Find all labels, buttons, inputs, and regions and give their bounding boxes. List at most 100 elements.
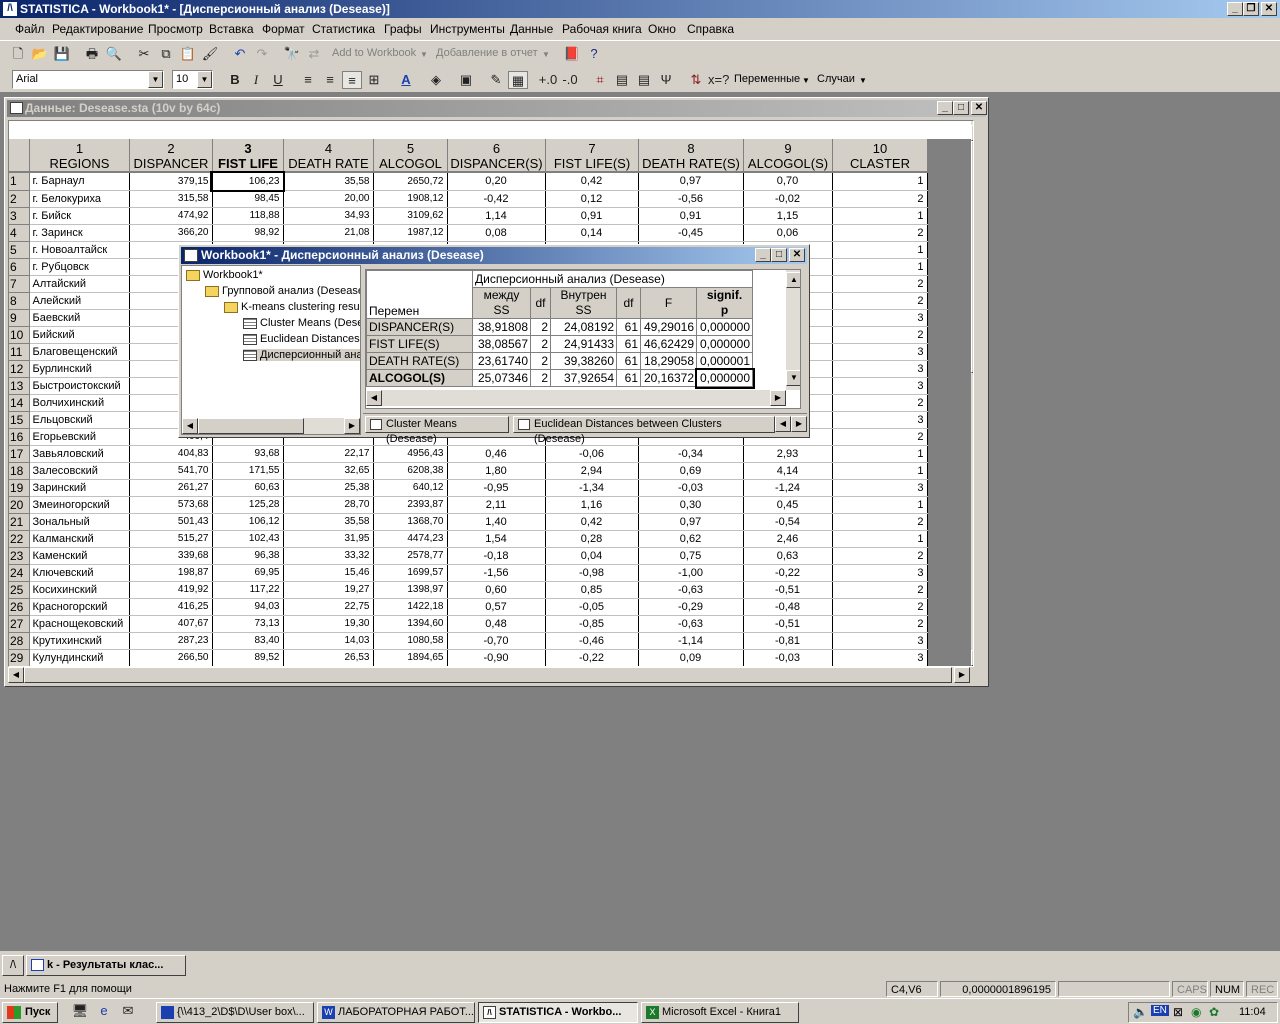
table-cell[interactable]: 33,32 [283, 547, 374, 565]
table-cell[interactable]: 1 [832, 258, 928, 276]
close-button[interactable]: ✕ [789, 248, 805, 262]
table-cell[interactable]: 0,06 [743, 224, 833, 242]
result-cell[interactable]: 2 [530, 352, 551, 370]
bold-button[interactable]: B [225, 71, 245, 89]
scroll-up-icon[interactable]: ▲ [971, 125, 973, 141]
decrease-decimal-icon[interactable]: -.0 [560, 71, 580, 89]
table-cell[interactable]: 0,63 [743, 547, 833, 565]
table-cell[interactable]: 0,09 [638, 649, 744, 666]
result-column-header[interactable]: Внутрен SS [550, 287, 617, 319]
result-row-header[interactable]: ALCOGOL(S) [366, 369, 473, 387]
table-cell[interactable]: 1,54 [447, 530, 546, 548]
table-cell[interactable]: 0,69 [638, 462, 744, 480]
align-left-icon[interactable]: ≡ [298, 71, 318, 89]
table-cell[interactable]: 15,46 [283, 564, 374, 582]
table-cell[interactable]: -0,54 [743, 513, 833, 531]
table-cell[interactable]: г. Заринск [29, 224, 130, 242]
table-cell[interactable]: 1 [832, 241, 928, 259]
table-cell[interactable]: г. Бийск [29, 207, 130, 225]
table-cell[interactable]: 0,57 [447, 598, 546, 616]
result-cell[interactable]: 0,000000 [696, 335, 753, 353]
scroll-left-icon[interactable]: ◀ [182, 418, 198, 434]
scroll-right-icon[interactable]: ▶ [954, 667, 970, 683]
tab-scroll-left-icon[interactable]: ◀ [775, 416, 791, 432]
table-cell[interactable]: 0,45 [743, 496, 833, 514]
book-icon[interactable]: 📕 [562, 45, 582, 63]
add-to-report-button[interactable]: Добавление в отчет [436, 47, 538, 59]
statistica-mini-icon[interactable]: /\ [2, 955, 24, 976]
table-cell[interactable]: Калманский [29, 530, 130, 548]
table-cell[interactable]: Крутихинский [29, 632, 130, 650]
table-cell[interactable]: 2,94 [545, 462, 639, 480]
result-cell[interactable]: 39,38260 [550, 352, 617, 370]
align-center-icon[interactable]: ≡ [320, 71, 340, 89]
table-cell[interactable]: 106,23 [210, 171, 285, 192]
result-horizontal-scrollbar[interactable]: ◀ ▶ [366, 390, 786, 406]
result-cell[interactable]: 20,16372 [640, 369, 697, 387]
merge-icon[interactable]: ⊞ [364, 71, 384, 89]
table-cell[interactable]: -0,45 [638, 224, 744, 242]
table-cell[interactable]: Краснощековский [29, 615, 130, 633]
table-cell[interactable]: 1080,58 [373, 632, 448, 650]
result-column-header[interactable]: F [640, 287, 697, 319]
table-cell[interactable]: 4956,43 [373, 445, 448, 463]
case-names-icon[interactable]: ▤ [634, 71, 654, 89]
table-cell[interactable]: 1 [832, 462, 928, 480]
table-cell[interactable]: 1394,60 [373, 615, 448, 633]
antivirus-icon[interactable]: ◉ [1191, 1005, 1201, 1019]
table-cell[interactable]: 0,60 [447, 581, 546, 599]
table-cell[interactable]: Зональный [29, 513, 130, 531]
table-cell[interactable]: 2 [832, 292, 928, 310]
tree-item[interactable]: Cluster Means (Dese [243, 317, 360, 329]
table-cell[interactable]: 25,38 [283, 479, 374, 497]
scroll-left-icon[interactable]: ◀ [366, 390, 382, 406]
row-number[interactable]: 3 [9, 207, 30, 225]
table-cell[interactable]: 404,83 [129, 445, 213, 463]
menu-view[interactable]: Просмотр [148, 22, 203, 36]
result-row-header[interactable]: DEATH RATE(S) [366, 352, 473, 370]
table-cell[interactable]: Алтайский [29, 275, 130, 293]
column-header[interactable]: 2 DISPANCER [130, 139, 213, 172]
tree-item[interactable]: Euclidean Distances b [243, 333, 360, 345]
table-cell[interactable]: 0,48 [447, 615, 546, 633]
table-cell[interactable]: 3 [832, 564, 928, 582]
table-cell[interactable]: 2,46 [743, 530, 833, 548]
table-cell[interactable]: 22,75 [283, 598, 374, 616]
table-cell[interactable]: 2578,77 [373, 547, 448, 565]
cut-icon[interactable]: ✂ [134, 45, 154, 63]
chevron-down-icon[interactable]: ▼ [802, 76, 810, 85]
table-cell[interactable]: 3 [832, 309, 928, 327]
table-cell[interactable]: 0,30 [638, 496, 744, 514]
task-word[interactable]: W ЛАБОРАТОРНАЯ РАБОТ... [317, 1002, 475, 1023]
table-cell[interactable]: 106,12 [212, 513, 284, 531]
table-cell[interactable]: 0,28 [545, 530, 639, 548]
result-cell[interactable]: 0,000001 [696, 352, 753, 370]
table-cell[interactable]: 31,95 [283, 530, 374, 548]
table-cell[interactable]: 1 [832, 445, 928, 463]
table-cell[interactable]: 26,53 [283, 649, 374, 666]
table-cell[interactable]: -0,46 [545, 632, 639, 650]
table-cell[interactable]: 6208,38 [373, 462, 448, 480]
table-cell[interactable]: -0,98 [545, 564, 639, 582]
table-cell[interactable]: -0,95 [447, 479, 546, 497]
table-cell[interactable]: 98,45 [212, 190, 284, 208]
row-number[interactable]: 15 [9, 411, 30, 429]
table-cell[interactable]: 34,93 [283, 207, 374, 225]
menu-graphs[interactable]: Графы [384, 22, 422, 36]
table-cell[interactable]: Каменский [29, 547, 130, 565]
column-header[interactable]: 10 CLASTER [833, 139, 928, 172]
table-cell[interactable]: Заринский [29, 479, 130, 497]
xs-icon[interactable]: x=? [708, 71, 729, 89]
table-cell[interactable]: 0,42 [545, 513, 639, 531]
minimize-button[interactable]: _ [755, 248, 771, 262]
row-number[interactable]: 21 [9, 513, 30, 531]
table-cell[interactable]: 35,58 [283, 513, 374, 531]
borders-icon[interactable]: ▣ [456, 71, 476, 89]
task-excel[interactable]: X Microsoft Excel - Книга1 [641, 1002, 799, 1023]
table-cell[interactable]: 3 [832, 343, 928, 361]
scroll-thumb[interactable] [198, 418, 304, 434]
scroll-down-icon[interactable]: ▼ [971, 650, 973, 666]
table-cell[interactable]: 3109,62 [373, 207, 448, 225]
menu-window[interactable]: Окно [648, 22, 676, 36]
row-number[interactable]: 7 [9, 275, 30, 293]
